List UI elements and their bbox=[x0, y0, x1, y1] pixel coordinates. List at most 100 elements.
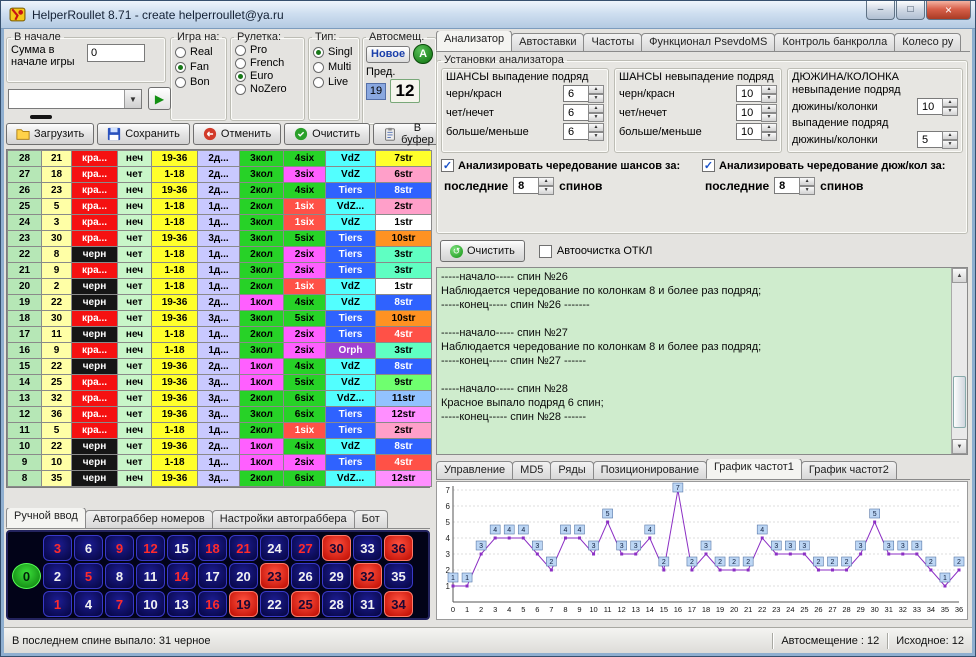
even-odd-miss-spinner[interactable]: 10▲▼ bbox=[736, 104, 777, 121]
pad-number-12[interactable]: 12 bbox=[136, 535, 165, 561]
pad-number-32[interactable]: 32 bbox=[353, 563, 382, 589]
tab-md5[interactable]: MD5 bbox=[512, 461, 551, 479]
chevron-down-icon[interactable]: ▼ bbox=[124, 90, 141, 108]
tab-bankroll[interactable]: Контроль банкролла bbox=[774, 33, 895, 51]
high-low-hit-spinner[interactable]: 6▲▼ bbox=[563, 123, 604, 140]
table-row[interactable]: 2330кра...чет19-363д...3кол5sixTiers10st… bbox=[8, 231, 432, 247]
radio-circle-selected[interactable] bbox=[235, 71, 246, 82]
black-red-miss-spinner[interactable]: 10▲▼ bbox=[736, 85, 777, 102]
table-row[interactable]: 1332кра...чет19-363д...2кол6sixVdZ...11s… bbox=[8, 391, 432, 407]
undo-button[interactable]: Отменить bbox=[193, 123, 281, 145]
radio-circle[interactable] bbox=[313, 62, 324, 73]
tab-frequencies[interactable]: Частоты bbox=[583, 33, 642, 51]
pad-number-30[interactable]: 30 bbox=[322, 535, 351, 561]
alt-dozen-spinner[interactable]: 8▲▼ bbox=[774, 177, 815, 194]
start-sum-input[interactable] bbox=[87, 44, 145, 62]
pad-number-31[interactable]: 31 bbox=[353, 591, 382, 617]
spin-up-icon[interactable]: ▲ bbox=[761, 85, 777, 94]
table-row[interactable]: 1425кра...неч19-363д...1кол5sixVdZ9str bbox=[8, 375, 432, 391]
pad-number-0[interactable]: 0 bbox=[12, 563, 41, 589]
tab-analyzer[interactable]: Анализатор bbox=[436, 31, 512, 51]
radio-circle[interactable] bbox=[175, 77, 186, 88]
radio-nozero[interactable]: NoZero bbox=[235, 83, 300, 95]
spin-value[interactable]: 6 bbox=[563, 104, 589, 121]
table-row[interactable]: 1711черннеч1-181д...2кол2sixTiers4str bbox=[8, 327, 432, 343]
radio-circle-selected[interactable] bbox=[175, 62, 186, 73]
pad-number-29[interactable]: 29 bbox=[322, 563, 351, 589]
pad-number-24[interactable]: 24 bbox=[260, 535, 289, 561]
tab-psevdoms[interactable]: Функционал PsevdoMS bbox=[641, 33, 775, 51]
table-row[interactable]: 910чернчет1-181д...1кол2sixTiers4str bbox=[8, 455, 432, 471]
radio-pro[interactable]: Pro bbox=[235, 44, 300, 56]
spin-up-icon[interactable]: ▲ bbox=[761, 104, 777, 113]
pad-number-36[interactable]: 36 bbox=[384, 535, 413, 561]
tab-manual-input[interactable]: Ручной ввод bbox=[6, 508, 86, 528]
radio-circle[interactable] bbox=[175, 47, 186, 58]
pad-number-14[interactable]: 14 bbox=[167, 563, 196, 589]
pad-number-13[interactable]: 13 bbox=[167, 591, 196, 617]
spin-up-icon[interactable]: ▲ bbox=[588, 85, 604, 94]
pad-number-7[interactable]: 7 bbox=[105, 591, 134, 617]
table-row[interactable]: 1522чернчет19-362д...1кол4sixVdZ8str bbox=[8, 359, 432, 375]
load-button[interactable]: Загрузить bbox=[6, 123, 94, 145]
spin-down-icon[interactable]: ▼ bbox=[588, 94, 604, 103]
radio-circle[interactable] bbox=[235, 45, 246, 56]
radio-french[interactable]: French bbox=[235, 57, 300, 69]
radio-circle[interactable] bbox=[235, 84, 246, 95]
radio-multi[interactable]: Multi bbox=[313, 61, 355, 73]
tab-freq-chart2[interactable]: График частот2 bbox=[801, 461, 897, 479]
table-row[interactable]: 2623кра...неч19-362д...2кол4sixTiers8str bbox=[8, 183, 432, 199]
autoclear-checkbox[interactable] bbox=[539, 245, 552, 258]
spin-value[interactable]: 10 bbox=[736, 123, 762, 140]
radio-real[interactable]: Real bbox=[175, 46, 222, 58]
table-row[interactable]: 228чернчет1-181д...2кол2sixTiers3str bbox=[8, 247, 432, 263]
spin-down-icon[interactable]: ▼ bbox=[942, 107, 958, 116]
tab-positioning[interactable]: Позиционирование bbox=[593, 461, 707, 479]
pad-number-5[interactable]: 5 bbox=[74, 563, 103, 589]
new-button[interactable]: Новое bbox=[366, 46, 410, 63]
pad-number-3[interactable]: 3 bbox=[43, 535, 72, 561]
radio-circle[interactable] bbox=[235, 58, 246, 69]
spin-value[interactable]: 10 bbox=[917, 98, 943, 115]
pad-number-26[interactable]: 26 bbox=[291, 563, 320, 589]
play-button[interactable]: ▶ bbox=[148, 87, 171, 110]
pad-number-1[interactable]: 1 bbox=[43, 591, 72, 617]
pad-number-20[interactable]: 20 bbox=[229, 563, 258, 589]
pad-number-9[interactable]: 9 bbox=[105, 535, 134, 561]
spin-value[interactable]: 10 bbox=[736, 104, 762, 121]
maximize-button[interactable]: □ bbox=[896, 1, 925, 20]
pad-number-21[interactable]: 21 bbox=[229, 535, 258, 561]
tab-rows[interactable]: Ряды bbox=[550, 461, 593, 479]
even-odd-hit-spinner[interactable]: 6▲▼ bbox=[563, 104, 604, 121]
spin-combobox[interactable]: ▼ bbox=[8, 89, 142, 109]
pad-number-17[interactable]: 17 bbox=[198, 563, 227, 589]
alt-chances-spinner[interactable]: 8▲▼ bbox=[513, 177, 554, 194]
spin-up-icon[interactable]: ▲ bbox=[761, 123, 777, 132]
spin-value[interactable]: 8 bbox=[774, 177, 800, 194]
pad-number-18[interactable]: 18 bbox=[198, 535, 227, 561]
spin-up-icon[interactable]: ▲ bbox=[588, 104, 604, 113]
pad-number-4[interactable]: 4 bbox=[74, 591, 103, 617]
table-row[interactable]: 1922чернчет19-362д...1кол4sixVdZ8str bbox=[8, 295, 432, 311]
table-row[interactable]: 835черннеч19-363д...2кол6sixVdZ...12str bbox=[8, 471, 432, 487]
spin-down-icon[interactable]: ▼ bbox=[761, 132, 777, 141]
spin-down-icon[interactable]: ▼ bbox=[588, 113, 604, 122]
radio-fan[interactable]: Fan bbox=[175, 61, 222, 73]
pad-number-34[interactable]: 34 bbox=[384, 591, 413, 617]
pad-number-8[interactable]: 8 bbox=[105, 563, 134, 589]
tab-autobets[interactable]: Автоставки bbox=[511, 33, 584, 51]
table-row[interactable]: 202чернчет1-181д...2кол1sixVdZ1str bbox=[8, 279, 432, 295]
radio-singl[interactable]: Singl bbox=[313, 46, 355, 58]
radio-circle-selected[interactable] bbox=[313, 47, 324, 58]
splitter-handle[interactable] bbox=[30, 115, 52, 119]
alt-dozen-checkbox[interactable]: ✓ bbox=[702, 159, 715, 172]
minimize-button[interactable]: – bbox=[866, 1, 895, 20]
spin-value[interactable]: 8 bbox=[513, 177, 539, 194]
analyzer-clear-button[interactable]: ↺ Очистить bbox=[440, 240, 525, 262]
spin-up-icon[interactable]: ▲ bbox=[538, 177, 554, 186]
table-row[interactable]: 2718кра...чет1-182д...3кол3sixVdZ6str bbox=[8, 167, 432, 183]
tab-freq-chart1[interactable]: График частот1 bbox=[706, 459, 802, 479]
spin-up-icon[interactable]: ▲ bbox=[799, 177, 815, 186]
spin-down-icon[interactable]: ▼ bbox=[942, 140, 958, 149]
table-row[interactable]: 219кра...неч1-181д...3кол2sixTiers3str bbox=[8, 263, 432, 279]
